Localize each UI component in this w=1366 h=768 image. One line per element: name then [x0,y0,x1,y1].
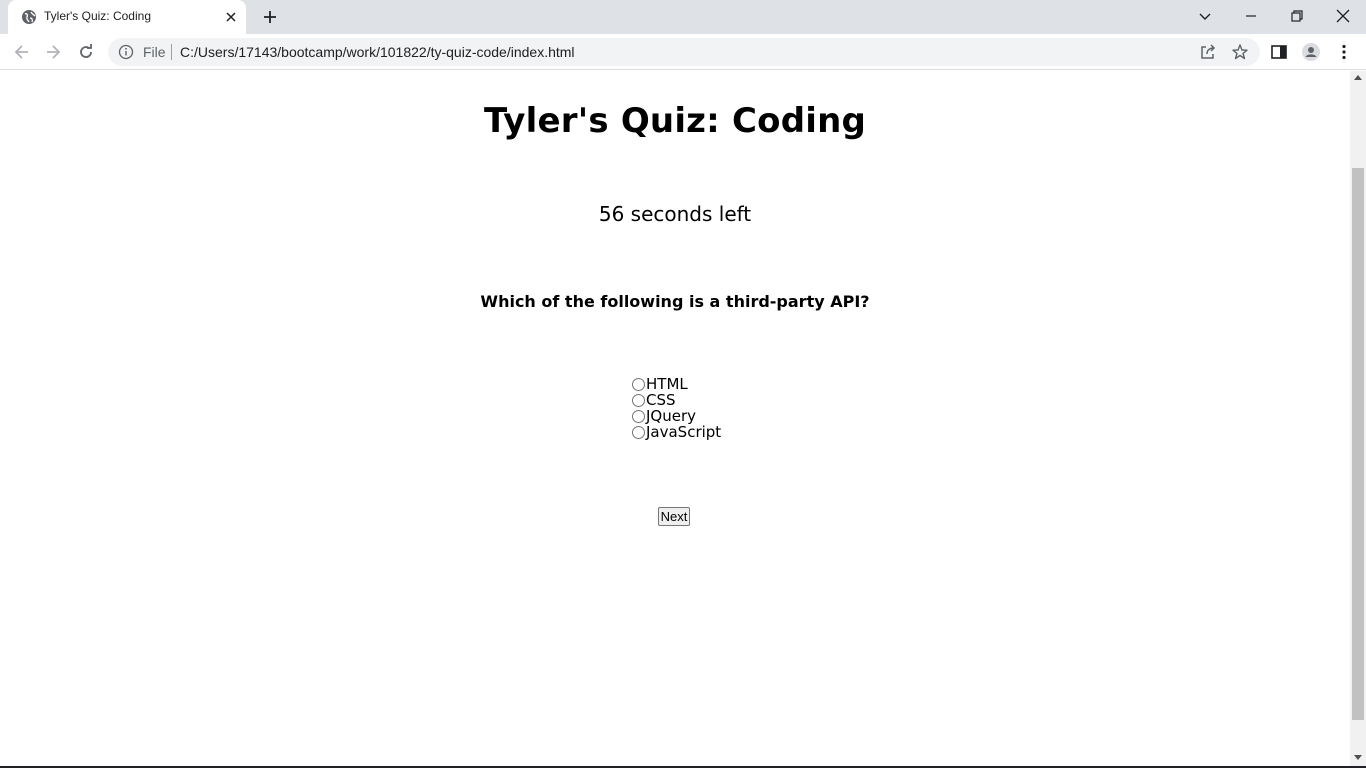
chevron-down-icon[interactable] [1195,6,1215,26]
kebab-menu-icon[interactable] [1334,42,1354,62]
scheme-label: File [143,44,166,60]
arrow-left-icon[interactable] [12,42,32,62]
timer-text: 56 seconds left [598,202,752,226]
side-panel-icon[interactable] [1269,42,1289,62]
scroll-down-arrow-icon[interactable] [1354,755,1362,760]
scroll-thumb[interactable] [1352,168,1364,720]
plus-icon[interactable] [260,7,280,27]
browser-tab[interactable]: Tyler's Quiz: Coding [8,0,246,34]
profile-icon[interactable] [1301,42,1321,62]
page-title: Tyler's Quiz: Coding [483,101,867,141]
restore-icon[interactable] [1287,6,1307,26]
radio-button[interactable] [632,377,645,391]
vertical-scrollbar[interactable] [1350,71,1366,766]
radio-button[interactable] [632,393,645,407]
browser-toolbar: File C:/Users/17143/bootcamp/work/101822… [0,34,1366,70]
radio-button[interactable] [632,425,645,439]
tab-title: Tyler's Quiz: Coding [44,9,151,23]
choice-css[interactable]: CSS [632,391,721,409]
url-text[interactable]: C:/Users/17143/bootcamp/work/101822/ty-q… [180,44,575,60]
close-icon[interactable] [223,9,239,25]
share-icon[interactable] [1199,43,1217,61]
globe-icon [22,10,36,24]
reload-icon[interactable] [76,42,96,62]
star-icon[interactable] [1231,43,1249,61]
radio-button[interactable] [632,409,645,423]
arrow-right-icon[interactable] [43,42,63,62]
next-button[interactable]: Next [658,507,690,526]
close-window-icon[interactable] [1333,6,1353,26]
question-text: Which of the following is a third-party … [480,292,870,311]
separator [171,44,172,60]
choice-label: JavaScript [646,423,722,441]
address-bar[interactable]: File C:/Users/17143/bootcamp/work/101822… [108,38,1260,66]
minimize-icon[interactable] [1241,6,1261,26]
choice-jquery[interactable]: JQuery [632,407,721,425]
page-viewport: Tyler's Quiz: Coding 56 seconds left Whi… [0,71,1350,766]
choice-html[interactable]: HTML [632,375,721,393]
scroll-up-arrow-icon[interactable] [1354,75,1362,80]
answer-choices: HTML CSS JQuery JavaScript [632,375,722,441]
choice-javascript[interactable]: JavaScript [632,423,722,441]
tab-strip: Tyler's Quiz: Coding [0,0,1366,34]
info-icon[interactable] [118,44,134,60]
